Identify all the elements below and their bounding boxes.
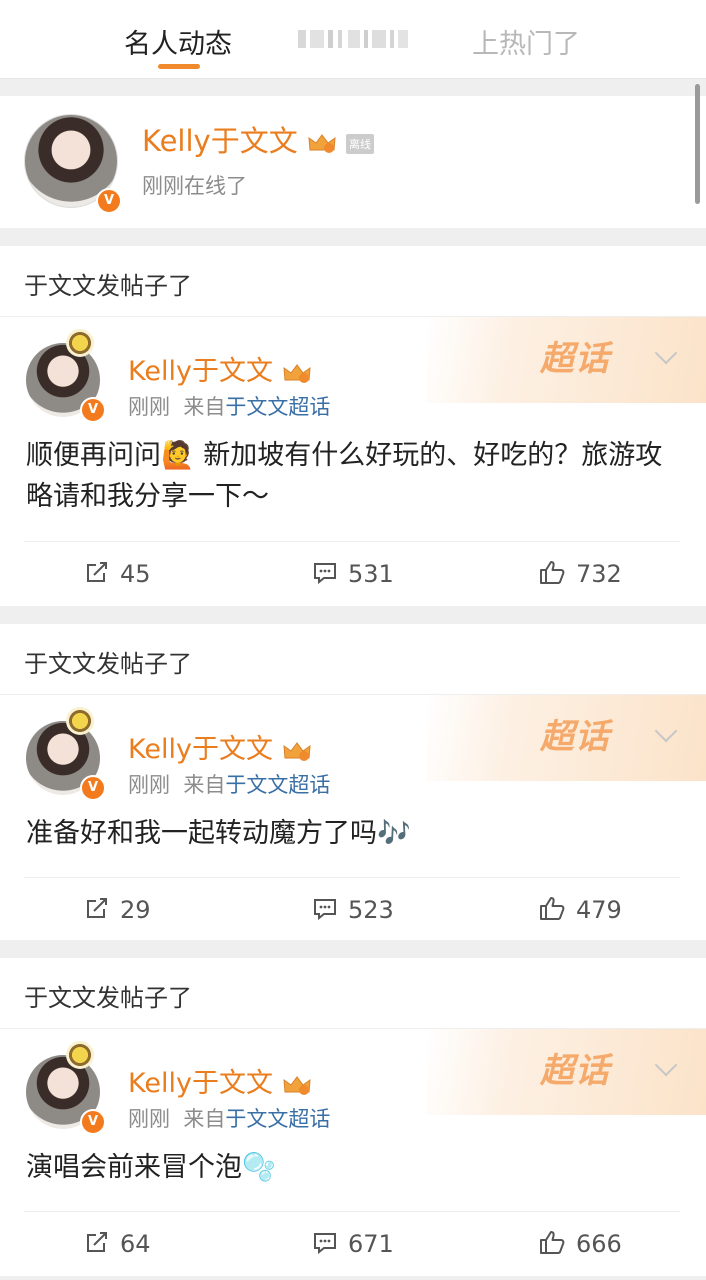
repost-icon — [87, 562, 107, 582]
post-source-link[interactable]: 于文文超话 — [225, 1107, 330, 1131]
online-status-text: 刚刚在线了 — [142, 174, 247, 198]
like-icon — [540, 897, 565, 920]
post-header-text: 于文文发帖子了 — [24, 272, 192, 300]
crown-icon — [282, 363, 311, 383]
post-time: 刚刚 — [128, 395, 170, 419]
post-content[interactable]: 准备好和我一起转动魔方了吗🎶 — [26, 813, 676, 854]
post-source-link[interactable]: 于文文超话 — [225, 395, 330, 419]
crown-icon — [308, 134, 336, 153]
repost-button[interactable]: 29 — [84, 895, 151, 924]
post-author-name: Kelly于文文 — [128, 1068, 273, 1099]
tab-trending[interactable]: 上热门了 — [472, 22, 580, 61]
avatar-pendant-icon — [66, 707, 94, 735]
post-meta: 刚刚 来自于文文超话 — [128, 1103, 330, 1133]
comment-icon — [314, 563, 336, 585]
avatar-pendant-icon — [66, 329, 94, 357]
verified-v-badge: V — [80, 775, 106, 801]
repost-count: 45 — [120, 560, 151, 588]
supertopic-label: 超话 — [540, 1051, 610, 1091]
verified-v-badge: V — [80, 1109, 106, 1135]
supertopic-label: 超话 — [540, 717, 610, 757]
repost-button[interactable]: 64 — [84, 1229, 151, 1258]
post-card[interactable]: 于文文发帖子了 超话 V Kelly于文文 刚刚 来自于文文超话 准备好和我一起… — [0, 624, 706, 940]
post-author[interactable]: Kelly于文文 — [128, 1061, 312, 1100]
like-button[interactable]: 666 — [538, 1229, 622, 1258]
top-tab-bar: 名人动态 上热门了 — [0, 0, 706, 79]
post-author[interactable]: Kelly于文文 — [128, 727, 312, 766]
supertopic-label: 超话 — [540, 339, 610, 379]
like-count: 732 — [576, 560, 622, 588]
like-button[interactable]: 732 — [538, 559, 622, 588]
comment-button[interactable]: 671 — [312, 1229, 394, 1258]
comment-count: 671 — [348, 1230, 394, 1258]
verified-v-badge: V — [96, 188, 122, 214]
post-header: 于文文发帖子了 — [0, 246, 706, 317]
online-user-name-text: Kelly于文文 — [142, 124, 298, 158]
online-user-name[interactable]: Kelly于文文 — [142, 118, 337, 160]
post-header-text: 于文文发帖子了 — [24, 984, 192, 1012]
post-from-label: 来自 — [183, 773, 226, 797]
comment-count: 531 — [348, 560, 394, 588]
repost-icon — [87, 1232, 107, 1252]
repost-count: 29 — [120, 896, 151, 924]
post-meta: 刚刚 来自于文文超话 — [128, 391, 330, 421]
post-actions: 29 523 479 — [0, 887, 706, 933]
divider — [24, 877, 680, 878]
tab-middle[interactable] — [298, 22, 410, 53]
repost-count: 64 — [120, 1230, 151, 1258]
post-source-link[interactable]: 于文文超话 — [225, 773, 330, 797]
avatar-pendant-icon — [66, 1041, 94, 1069]
post-card[interactable]: 于文文发帖子了 超话 V Kelly于文文 刚刚 来自于文文超话 演唱会前来冒个… — [0, 958, 706, 1276]
post-actions: 45 531 732 — [0, 551, 706, 597]
divider — [24, 1211, 680, 1212]
online-status-card[interactable]: V Kelly于文文 离线 刚刚在线了 — [0, 96, 706, 228]
active-tab-indicator — [158, 64, 200, 69]
post-content[interactable]: 顺便再问问🙋 新加坡有什么好玩的、好吃的？旅游攻略请和我分享一下～ — [26, 435, 676, 517]
post-author[interactable]: Kelly于文文 — [128, 349, 312, 388]
post-header: 于文文发帖子了 — [0, 624, 706, 695]
post-from-label: 来自 — [183, 395, 226, 419]
post-author-name: Kelly于文文 — [128, 734, 273, 765]
divider — [24, 541, 680, 542]
comment-button[interactable]: 523 — [312, 895, 394, 924]
post-header: 于文文发帖子了 — [0, 958, 706, 1029]
comment-icon — [314, 1233, 336, 1255]
crown-icon — [282, 741, 311, 761]
offline-tag: 离线 — [346, 134, 374, 154]
repost-button[interactable]: 45 — [84, 559, 151, 588]
like-icon — [540, 1231, 565, 1254]
like-count: 666 — [576, 1230, 622, 1258]
post-time: 刚刚 — [128, 773, 170, 797]
post-from-label: 来自 — [183, 1107, 226, 1131]
comment-icon — [314, 899, 336, 921]
verified-v-badge: V — [80, 397, 106, 423]
like-button[interactable]: 479 — [538, 895, 622, 924]
post-actions: 64 671 666 — [0, 1221, 706, 1267]
tab-celebrity-updates[interactable]: 名人动态 — [124, 22, 232, 61]
comment-count: 523 — [348, 896, 394, 924]
post-meta: 刚刚 来自于文文超话 — [128, 769, 330, 799]
like-icon — [540, 561, 565, 584]
repost-icon — [87, 898, 107, 918]
blurred-tab-label — [298, 29, 408, 48]
post-header-text: 于文文发帖子了 — [24, 650, 192, 678]
like-count: 479 — [576, 896, 622, 924]
post-time: 刚刚 — [128, 1107, 170, 1131]
comment-button[interactable]: 531 — [312, 559, 394, 588]
crown-icon — [282, 1075, 311, 1095]
post-card[interactable]: 于文文发帖子了 超话 V Kelly于文文 刚刚 来自于文文超话 顺便再问问🙋 … — [0, 246, 706, 606]
post-content[interactable]: 演唱会前来冒个泡🫧 — [26, 1147, 676, 1188]
scrollbar[interactable] — [695, 84, 700, 204]
post-author-name: Kelly于文文 — [128, 356, 273, 387]
